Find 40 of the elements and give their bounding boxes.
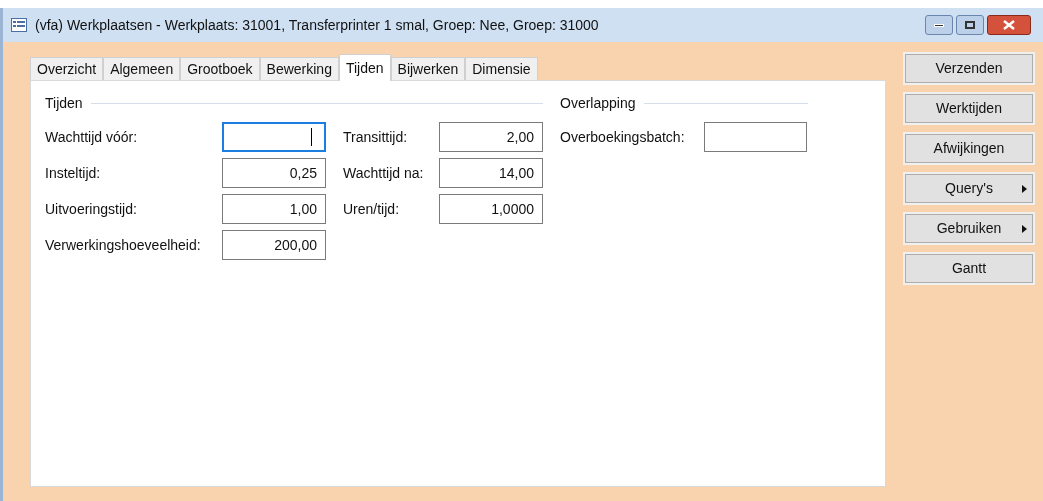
tab[interactable]: Bijwerken [390, 57, 466, 80]
tab[interactable]: Tijden [338, 54, 391, 81]
tab[interactable]: Dimensie [465, 57, 538, 80]
submenu-arrow-icon [1022, 184, 1027, 193]
group-title: Tijden [45, 93, 83, 113]
field-label: Verwerkingshoeveelheid: [45, 235, 202, 255]
maximize-button[interactable] [956, 15, 984, 35]
tab[interactable]: Algemeen [103, 57, 181, 80]
window-title: (vfa) Werkplaatsen - Werkplaats: 31001, Transferprinter 1 smal, Groep: Nee, Groep: 31000 [35, 15, 599, 35]
close-icon [1003, 20, 1015, 30]
tab[interactable]: Overzicht [30, 57, 104, 80]
side-button[interactable]: Gantt [905, 254, 1033, 283]
field-label: Uitvoeringstijd: [45, 199, 138, 219]
side-button[interactable]: Verzenden [905, 54, 1033, 83]
group-title: Overlapping [560, 93, 636, 113]
input-field[interactable]: 200,00 [222, 230, 326, 260]
tab[interactable]: Bewerking [259, 57, 339, 80]
minimize-button[interactable] [925, 15, 953, 35]
input-field[interactable]: 2,00 [439, 122, 543, 152]
side-button[interactable]: Query's [905, 174, 1033, 203]
input-field[interactable]: 1,00 [222, 194, 326, 224]
side-button[interactable]: Werktijden [905, 94, 1033, 123]
window-icon [11, 18, 27, 32]
submenu-arrow-icon [1022, 224, 1027, 233]
field-label: Transittijd: [343, 127, 409, 147]
input-field[interactable] [222, 122, 326, 152]
field-label: Wachttijd na: [343, 163, 425, 183]
input-field[interactable]: 1,0000 [439, 194, 543, 224]
field-label: Insteltijd: [45, 163, 102, 183]
field-label: Overboekingsbatch: [560, 127, 686, 147]
text-cursor [311, 128, 312, 146]
side-button[interactable]: Gebruiken [905, 214, 1033, 243]
tab[interactable]: Grootboek [180, 57, 260, 80]
input-field[interactable]: 0,25 [222, 158, 326, 188]
side-button[interactable]: Afwijkingen [905, 134, 1033, 163]
field-label: Uren/tijd: [343, 199, 401, 219]
close-button[interactable] [987, 15, 1031, 35]
input-field[interactable]: 14,00 [439, 158, 543, 188]
field-label: Wachttijd vóór: [45, 127, 139, 147]
input-field[interactable] [704, 122, 807, 152]
